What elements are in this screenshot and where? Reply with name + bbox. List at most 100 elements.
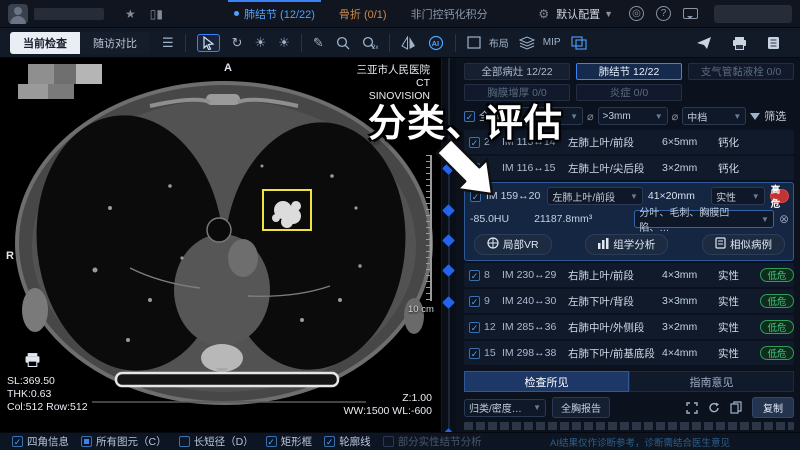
lesion-category-tab[interactable]: 肺结节 12/22 [576,63,682,80]
dicom-window-overlay: Z:1.00 WW:1500 WL:-600 [343,392,432,418]
layout-label[interactable]: 布局 [489,35,509,50]
option-checkbox[interactable] [81,436,92,447]
film-grid-icon[interactable] [571,36,587,50]
refresh-icon[interactable] [708,402,720,414]
display-option[interactable]: 矩形框 [266,434,313,449]
reset-rotate-icon[interactable]: ↻ [232,35,243,51]
panel-toggle-icon[interactable]: ▯▮ [150,7,163,21]
full-chest-report-button[interactable]: 全胸报告 [552,397,610,418]
lesion-row[interactable]: 12IM 285↔36右肺中叶/外侧段3×2mm实性低危 [464,315,794,339]
row-checkbox[interactable] [469,296,480,307]
histogram-icon [598,238,609,252]
brightness-icon[interactable]: ☀ [255,35,267,51]
lesion-category-tab[interactable]: 全部病灶 12/22 [464,63,570,80]
lesion-row[interactable]: 15IM 298↔38右肺下叶/前基底段4×4mm实性低危 [464,341,794,365]
chevron-down-icon: ▼ [626,192,638,201]
lesion-size: 3×3mm [662,295,716,307]
slice-info-line: THK:0.63 [7,388,88,401]
lesion-category-tab[interactable]: 支气管黏液栓 0/0 [688,63,794,80]
exam-tab[interactable]: 骨折 (0/1) [327,0,399,28]
lesion-location: 右肺中叶/外侧段 [568,320,660,335]
mpr-stack-icon[interactable] [519,36,535,50]
location-dropdown[interactable]: 左肺上叶/前段▼ [547,187,642,205]
report-sort-dropdown[interactable]: 归类/密度…▼ [464,399,546,417]
report-icon[interactable] [767,36,780,50]
magnifier-2x-icon[interactable]: 2x [362,36,378,50]
avatar[interactable] [8,4,28,24]
lesion-density: 钙化 [718,161,758,176]
option-checkbox[interactable] [324,436,335,447]
cursor-tool-icon[interactable] [197,34,220,52]
lesion-row[interactable]: 8IM 230↔29右肺上叶/前段4×3mm实性低危 [464,263,794,287]
config-dropdown[interactable]: 默认配置 ▼ [556,6,613,22]
density-dropdown[interactable]: 实性▼ [711,187,765,205]
display-option[interactable]: 长短径（D） [179,434,254,449]
followup-compare-button[interactable]: 随访对比 [80,32,150,54]
copy-icon[interactable] [730,401,742,414]
print-icon[interactable] [732,36,747,50]
exam-tab[interactable]: 非门控钙化积分 [399,0,500,28]
flip-icon[interactable] [401,36,416,50]
current-exam-button[interactable]: 当前检查 [10,32,80,54]
option-checkbox[interactable] [266,436,277,447]
display-option[interactable]: 所有图元（C） [81,434,167,449]
orientation-right: R [6,250,14,262]
patient-name-redacted [34,8,104,20]
lesion-category-tab[interactable]: 炎症 0/0 [576,84,682,101]
grade-filter-dropdown[interactable]: 中档▼ [682,107,746,125]
gear-icon[interactable]: ⚙ [538,7,549,21]
lesion-location: 右肺上叶/前段 [568,268,660,283]
display-option[interactable]: 轮廓线 [324,434,371,449]
layout-icon[interactable] [467,36,481,49]
exam-tab[interactable]: 肺结节 (12/22) [222,0,327,28]
header-right: ⚙ 默认配置 ▼ ◎ ? [531,5,800,23]
option-checkbox[interactable] [179,436,190,447]
lesion-number: 9 [484,295,500,307]
globe-icon[interactable]: ◎ [629,6,644,21]
lesion-im: IM 240↔30 [502,295,566,307]
measure-icon[interactable]: ✎ [313,35,324,51]
report-tab[interactable]: 指南意见 [629,371,794,392]
row-checkbox[interactable] [469,348,480,359]
size-filter-dropdown[interactable]: >3mm▼ [598,107,668,125]
chat-icon[interactable] [683,8,698,19]
lesion-row[interactable]: 9IM 240↔30左肺下叶/背段3×3mm实性低危 [464,289,794,313]
svg-text:2x: 2x [372,45,378,50]
list-icon[interactable]: ☰ [162,35,174,51]
signs-dropdown[interactable]: 分叶、毛刺、胸膜凹陷、…▼ [634,210,774,228]
row-checkbox[interactable] [469,270,480,281]
display-option[interactable]: 四角信息 [12,434,69,449]
risk-badge-low: 低危 [760,320,794,334]
nodule-marker-icon[interactable] [442,296,455,309]
lesion-im: IM 285↔36 [502,321,566,333]
similar-cases-button-label: 相似病例 [730,237,772,252]
risk-badge-high: 高危 [770,189,789,203]
mip-label[interactable]: MIP [543,37,561,48]
chevron-down-icon: ▼ [729,112,741,121]
filter-button[interactable]: 筛选 [764,108,786,124]
display-option[interactable]: 部分实性结节分析 [383,434,482,449]
dismiss-icon[interactable]: ⊗ [779,212,789,226]
row-checkbox[interactable] [469,322,480,333]
contrast-icon[interactable]: ☀ [278,35,290,51]
option-checkbox[interactable] [12,436,23,447]
send-icon[interactable] [696,36,712,50]
star-icon[interactable]: ★ [125,7,136,21]
report-tab[interactable]: 检查所见 [464,371,629,392]
hospital-name: 三亚市人民医院 [357,64,431,77]
help-icon[interactable]: ? [656,6,671,21]
nodule-marker-icon[interactable] [442,264,455,277]
ai-tool-icon[interactable]: AI [428,35,444,51]
diameter-icon: ⌀ [587,110,594,123]
option-checkbox[interactable] [383,436,394,447]
similar-cases-button[interactable]: 相似病例 [702,234,785,255]
magnifier-icon[interactable] [336,36,350,50]
copy-button[interactable]: 复制 [752,397,794,418]
lesion-number: 8 [484,269,500,281]
divider [301,34,302,52]
nodule-marker-icon[interactable] [442,234,455,247]
local-vr-button[interactable]: 局部VR [474,234,552,255]
print-overlay-icon[interactable] [24,352,41,370]
radiomics-button[interactable]: 组学分析 [585,234,668,255]
expand-icon[interactable] [686,402,698,414]
